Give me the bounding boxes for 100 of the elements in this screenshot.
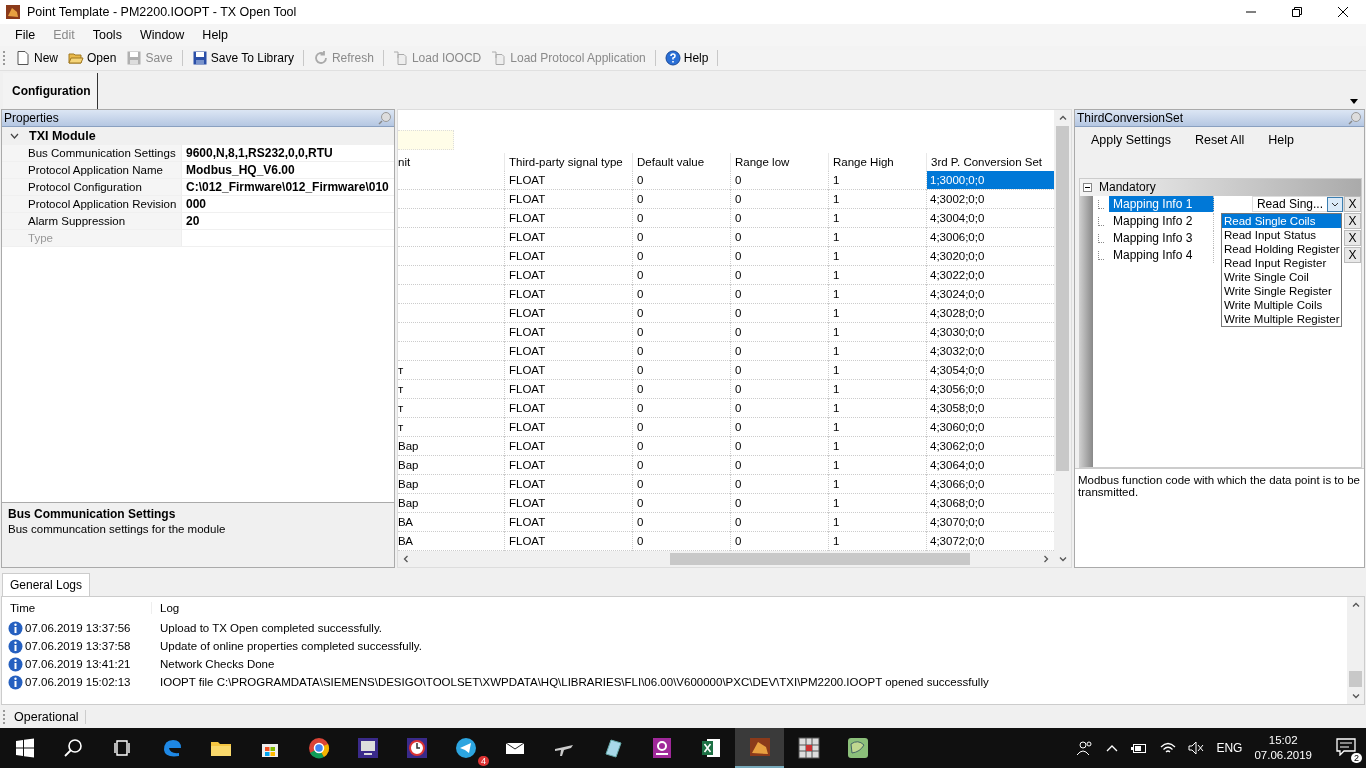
table-cell[interactable]: 4;3006;0;0 bbox=[927, 227, 1054, 246]
table-cell[interactable]: 4;3066;0;0 bbox=[927, 474, 1054, 493]
column-header[interactable]: nit bbox=[398, 152, 504, 171]
menu-item[interactable]: Help bbox=[193, 27, 238, 42]
scroll-right-icon[interactable] bbox=[1042, 555, 1050, 564]
combo-box[interactable]: Read Sing... bbox=[1251, 196, 1344, 213]
wifi-icon[interactable] bbox=[1160, 741, 1177, 755]
clock-icon[interactable] bbox=[404, 736, 429, 760]
muted-speaker-icon[interactable] bbox=[1188, 741, 1205, 755]
table-cell[interactable]: 4;3028;0;0 bbox=[927, 303, 1054, 322]
scroll-up-icon[interactable] bbox=[1058, 113, 1067, 122]
dropdown-arrow-icon[interactable] bbox=[1350, 98, 1358, 104]
table-cell: 0 bbox=[637, 515, 644, 528]
table-cell[interactable]: 4;3072;0;0 bbox=[927, 531, 1054, 550]
dropdown-option[interactable]: Read Input Status bbox=[1222, 227, 1341, 242]
chrome-icon[interactable] bbox=[306, 736, 331, 760]
tab[interactable]: General Logs bbox=[2, 573, 91, 597]
chevron-icon[interactable] bbox=[10, 132, 19, 139]
toolbar-button[interactable]: Save To Library bbox=[188, 48, 297, 67]
column-header[interactable]: Log bbox=[152, 602, 180, 615]
collapse-icon[interactable] bbox=[1083, 182, 1092, 192]
tree-item[interactable]: Mapping Info 3 bbox=[1109, 230, 1214, 247]
horizontal-scrollbar[interactable] bbox=[398, 551, 1054, 568]
table-cell: 1 bbox=[833, 325, 840, 338]
table-cell[interactable]: 4;3070;0;0 bbox=[927, 512, 1054, 531]
toolbar-button[interactable]: New bbox=[12, 48, 61, 67]
table-cell[interactable]: 4;3020;0;0 bbox=[927, 246, 1054, 265]
notification-icon[interactable] bbox=[1336, 737, 1356, 756]
clear-button[interactable]: X bbox=[1344, 247, 1361, 264]
scrollbar-thumb[interactable] bbox=[1349, 671, 1362, 688]
battery-icon[interactable] bbox=[1130, 742, 1149, 754]
table-cell[interactable]: 4;3064;0;0 bbox=[927, 455, 1054, 474]
menu-item[interactable]: Help bbox=[1268, 132, 1294, 147]
table-cell[interactable]: 1;3000;0;0 bbox=[927, 170, 1054, 189]
table-cell[interactable]: 4;3060;0;0 bbox=[927, 417, 1054, 436]
table-cell[interactable]: 4;3058;0;0 bbox=[927, 398, 1054, 417]
scroll-left-icon[interactable] bbox=[402, 555, 410, 564]
table-cell[interactable]: 4;3068;0;0 bbox=[927, 493, 1054, 512]
vertical-scrollbar[interactable] bbox=[1054, 109, 1071, 568]
property-value[interactable]: 20 bbox=[186, 213, 200, 228]
close-icon[interactable] bbox=[1337, 6, 1349, 18]
table-cell[interactable]: 4;3032;0;0 bbox=[927, 341, 1054, 360]
table-cell[interactable]: 4;3054;0;0 bbox=[927, 360, 1054, 379]
toolbar-button[interactable]: Help bbox=[661, 48, 712, 67]
table-cell[interactable]: 4;3004;0;0 bbox=[927, 208, 1054, 227]
menu-item[interactable]: Tools bbox=[83, 27, 131, 42]
restore-icon[interactable] bbox=[1291, 6, 1303, 18]
refresh-icon bbox=[312, 49, 329, 66]
scroll-down-icon[interactable] bbox=[1058, 555, 1067, 564]
column-header[interactable]: Third-party signal type bbox=[504, 152, 632, 171]
menu-item[interactable]: Apply Settings bbox=[1091, 132, 1171, 147]
toolbar-button[interactable]: Open bbox=[65, 48, 120, 67]
column-header[interactable]: Range High bbox=[828, 152, 926, 171]
tree-item[interactable]: Mapping Info 2 bbox=[1109, 213, 1214, 230]
table-cell[interactable]: 4;3062;0;0 bbox=[927, 436, 1054, 455]
clock-time[interactable]: 15:02 bbox=[1268, 733, 1298, 748]
tree-item[interactable]: Mapping Info 4 bbox=[1109, 247, 1214, 264]
vertical-scrollbar[interactable] bbox=[1347, 597, 1364, 705]
menu-item[interactable]: Window bbox=[130, 27, 194, 42]
property-value[interactable]: Modbus_HQ_V6.00 bbox=[186, 162, 295, 177]
app-icon[interactable] bbox=[747, 735, 772, 759]
category-label: TXI Module bbox=[29, 128, 96, 143]
property-value[interactable]: 000 bbox=[186, 196, 207, 211]
table-cell[interactable]: 4;3030;0;0 bbox=[927, 322, 1054, 341]
clock-date[interactable]: 07.06.2019 bbox=[1254, 748, 1312, 763]
table-cell[interactable]: 4;3056;0;0 bbox=[927, 379, 1054, 398]
scrollbar-thumb[interactable] bbox=[670, 553, 970, 566]
dropdown-option[interactable]: Read Holding Register bbox=[1222, 241, 1341, 256]
dropdown-option[interactable]: Read Input Register bbox=[1222, 255, 1341, 270]
table-cell[interactable]: 4;3022;0;0 bbox=[927, 265, 1054, 284]
scroll-up-icon[interactable] bbox=[1351, 601, 1360, 610]
property-value[interactable]: 9600,N,8,1,RS232,0,0,RTU bbox=[186, 145, 333, 160]
column-header[interactable]: Default value bbox=[632, 152, 730, 171]
tree-item[interactable]: Mapping Info 1 bbox=[1109, 196, 1214, 213]
clear-button[interactable]: X bbox=[1344, 213, 1361, 230]
table-cell[interactable]: 4;3024;0;0 bbox=[927, 284, 1054, 303]
table-cell: 0 bbox=[637, 268, 644, 281]
language-indicator[interactable]: ENG bbox=[1216, 741, 1243, 755]
monitor-icon[interactable] bbox=[355, 736, 380, 760]
paper-plane-icon[interactable] bbox=[453, 736, 478, 760]
column-header[interactable]: Time bbox=[2, 602, 152, 615]
grid-icon[interactable] bbox=[796, 736, 821, 760]
dropdown-option[interactable]: Write Multiple Register bbox=[1222, 311, 1341, 326]
dropdown-option[interactable]: Read Single Coils bbox=[1222, 213, 1341, 228]
menu-item[interactable]: File bbox=[6, 27, 45, 42]
chevron-up-icon[interactable] bbox=[1106, 744, 1119, 752]
taskbar-button[interactable]: 4 bbox=[441, 728, 490, 768]
dropdown-option[interactable]: Write Multiple Coils bbox=[1222, 297, 1341, 312]
people-icon[interactable] bbox=[1076, 740, 1095, 756]
map-icon[interactable] bbox=[845, 736, 870, 760]
column-header[interactable]: Range low bbox=[730, 152, 828, 171]
property-value[interactable]: C:\012_Firmware\012_Firmware\010 bbox=[186, 179, 389, 194]
clear-button[interactable]: X bbox=[1344, 230, 1361, 247]
dropdown-option[interactable]: Write Single Coil bbox=[1222, 269, 1341, 284]
scrollbar-thumb[interactable] bbox=[1056, 125, 1069, 471]
clear-button[interactable]: X bbox=[1344, 196, 1361, 213]
dropdown-option[interactable]: Write Single Register bbox=[1222, 283, 1341, 298]
menu-item[interactable]: Reset All bbox=[1194, 132, 1245, 147]
table-cell[interactable]: 4;3002;0;0 bbox=[927, 189, 1054, 208]
scroll-down-icon[interactable] bbox=[1351, 692, 1360, 701]
